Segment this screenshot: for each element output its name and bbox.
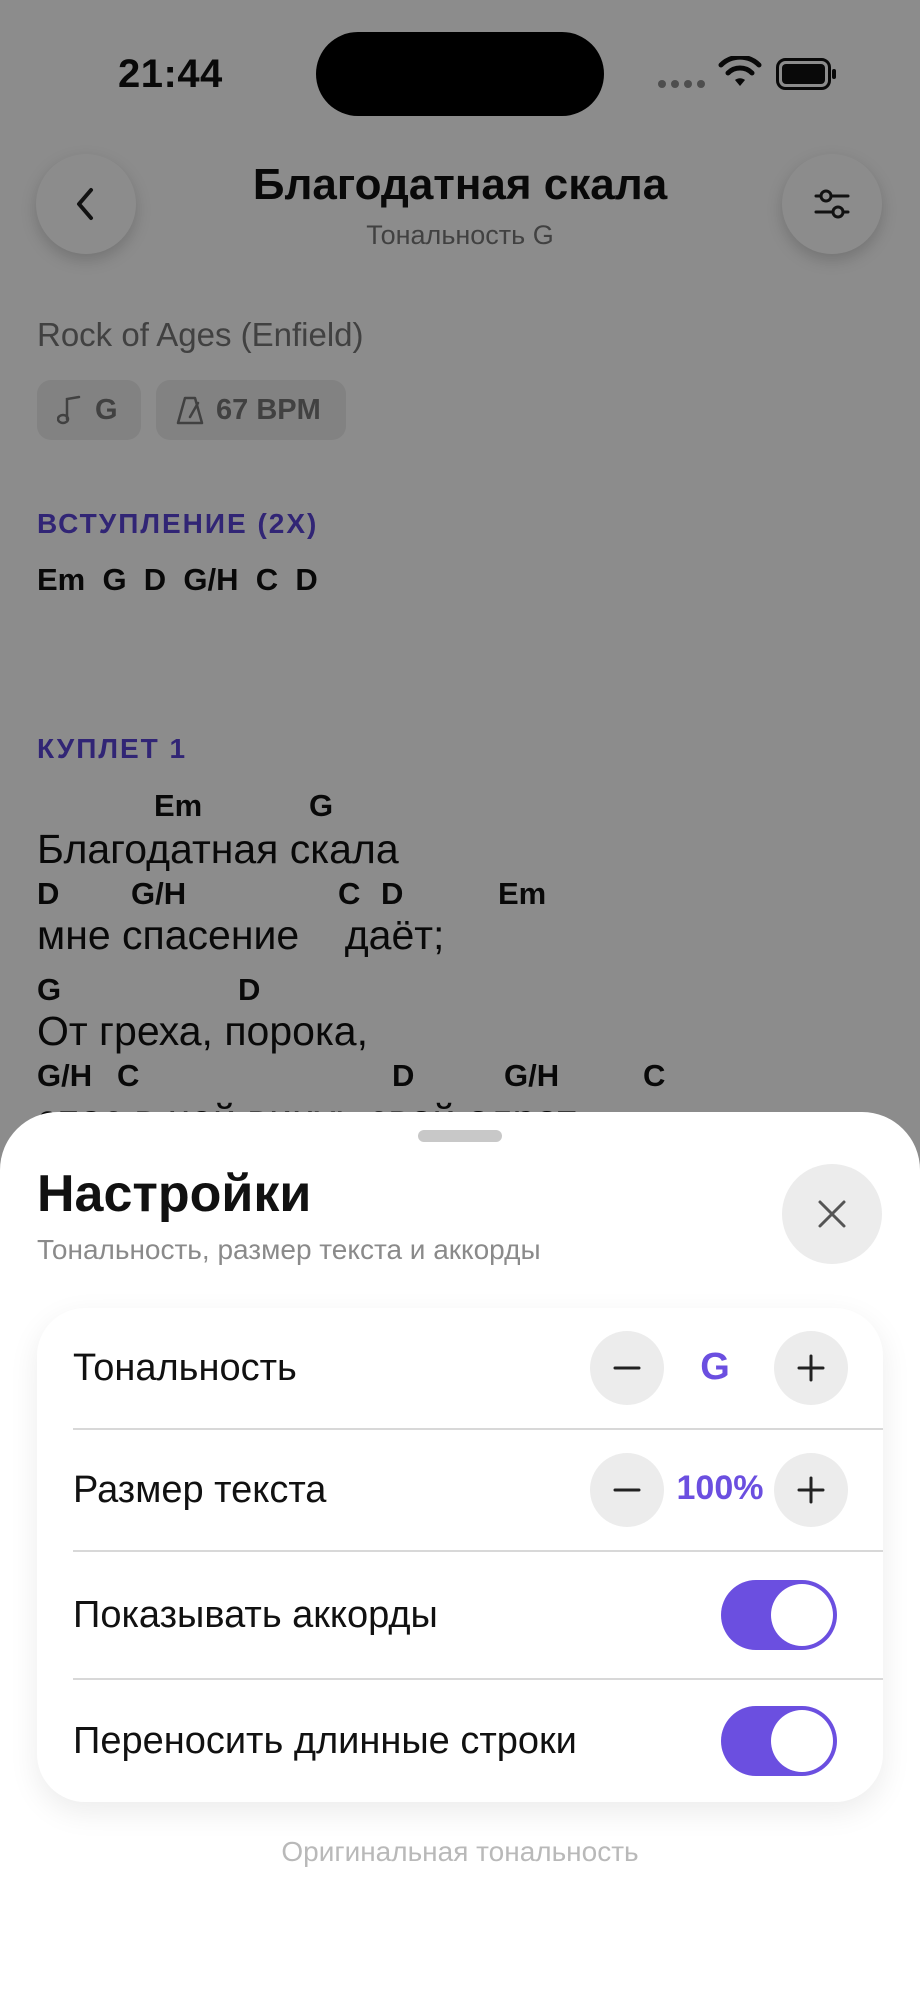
key-row-label: Тональность bbox=[73, 1346, 297, 1389]
key-value: G bbox=[700, 1346, 730, 1388]
original-key-button[interactable]: Оригинальная тональность bbox=[0, 1836, 920, 1868]
close-button[interactable] bbox=[782, 1164, 882, 1264]
text-size-row-label: Размер текста bbox=[73, 1468, 327, 1511]
show-chords-toggle[interactable] bbox=[721, 1580, 837, 1650]
key-increase-button[interactable] bbox=[774, 1331, 848, 1405]
plus-icon bbox=[797, 1354, 825, 1382]
settings-sheet: Настройки Тональность, размер текста и а… bbox=[0, 1112, 920, 2000]
key-row: Тональность bbox=[73, 1308, 883, 1428]
text-size-decrease-button[interactable] bbox=[590, 1453, 664, 1527]
sheet-title: Настройки bbox=[37, 1165, 312, 1223]
toggle-knob bbox=[771, 1710, 833, 1772]
text-size-value: 100% bbox=[676, 1469, 764, 1507]
minus-icon bbox=[613, 1366, 641, 1370]
wrap-lines-label: Переносить длинные строки bbox=[73, 1719, 577, 1762]
wrap-lines-toggle[interactable] bbox=[721, 1706, 837, 1776]
text-size-increase-button[interactable] bbox=[774, 1453, 848, 1527]
song-screen: 21:44 Благодатная скала Тональность G Ro… bbox=[0, 0, 920, 2000]
settings-card: Тональность G Размер текста 100% Показыв… bbox=[37, 1308, 883, 1802]
plus-icon bbox=[797, 1476, 825, 1504]
show-chords-label: Показывать аккорды bbox=[73, 1593, 438, 1636]
sheet-subtitle: Тональность, размер текста и аккорды bbox=[37, 1234, 541, 1265]
key-decrease-button[interactable] bbox=[590, 1331, 664, 1405]
toggle-knob bbox=[771, 1584, 833, 1646]
minus-icon bbox=[613, 1488, 641, 1492]
sheet-grabber[interactable] bbox=[418, 1130, 502, 1142]
close-icon bbox=[818, 1200, 846, 1228]
